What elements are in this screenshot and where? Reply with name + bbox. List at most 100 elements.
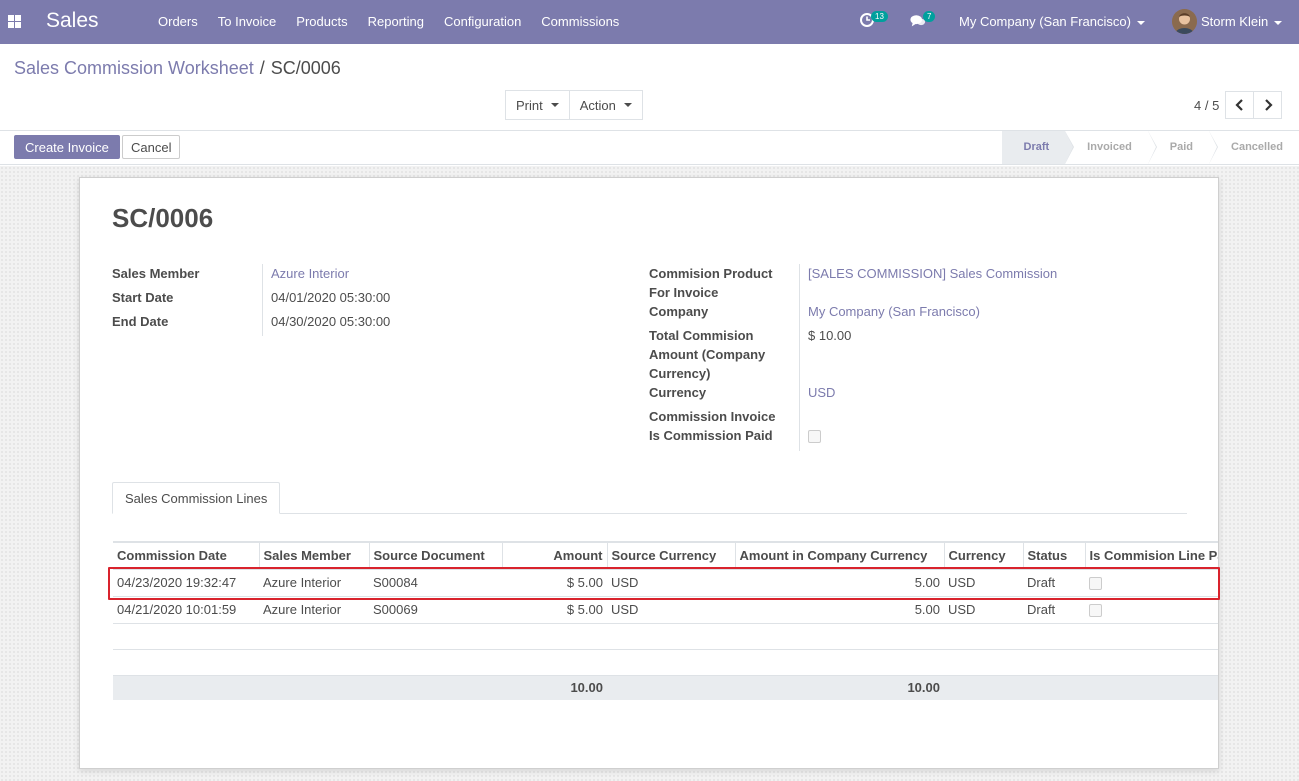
chevron-right-icon [1264,99,1273,111]
cell-amount-company-currency: 5.00 [735,596,944,624]
col-amount[interactable]: Amount [501,541,607,570]
total-amount: 10.00 [502,675,607,700]
start-date-value: 04/01/2020 05:30:00 [271,290,391,305]
stage-cancelled[interactable]: Cancelled [1209,131,1299,164]
action-label: Action [579,97,616,113]
user-menu[interactable]: Storm Klein [1201,14,1283,29]
commission-paid-checkbox[interactable] [808,430,821,443]
pager-next-button[interactable] [1253,91,1282,119]
table-header-row: Commission Date Sales Member Source Docu… [113,541,1218,570]
cell-is-line-paid [1085,596,1218,624]
form-statusbar: Create Invoice Cancel Draft Invoiced Pai… [0,131,1299,165]
form-sheet: SC/0006 Sales Member Start Date End Date… [79,177,1219,769]
cell-source-document: S00084 [369,569,502,597]
cell-currency: USD [944,596,1023,624]
commission-product-label-line1: Commision Product [649,266,773,281]
col-amount-company-currency[interactable]: Amount in Company Currency [734,541,944,570]
cell-currency: USD [944,569,1023,597]
cancel-button[interactable]: Cancel [122,135,181,159]
currency-label: Currency [649,385,707,400]
print-label: Print [516,97,543,113]
main-menu: Orders To Invoice Products Reporting Con… [148,0,629,44]
menu-commissions[interactable]: Commissions [531,0,629,44]
cell-source-document: S00069 [369,596,502,624]
breadcrumb-separator: / [259,58,265,78]
currency-link[interactable]: USD [808,383,835,402]
company-name: My Company (San Francisco) [959,14,1131,29]
table-row[interactable]: 04/21/2020 10:01:59 Azure Interior S0006… [113,596,1218,624]
cell-sales-member: Azure Interior [259,596,369,624]
commission-product-label-line2: For Invoice [649,285,719,300]
company-link[interactable]: My Company (San Francisco) [808,302,980,321]
tab-sales-commission-lines[interactable]: Sales Commission Lines [112,482,281,514]
commission-product-link[interactable]: [SALES COMMISSION] Sales Commission [808,264,1057,283]
col-sales-member[interactable]: Sales Member [258,541,369,570]
app-grid-icon[interactable] [8,15,21,28]
menu-orders[interactable]: Orders [148,0,208,44]
action-button-group: Print Action [505,90,643,120]
chevron-down-icon [623,103,632,107]
cell-source-currency: USD [607,569,735,597]
record-title: SC/0006 [112,203,214,233]
total-commission-value: $ 10.00 [808,328,852,343]
end-date-value: 04/30/2020 05:30:00 [271,314,391,329]
top-navbar: Sales Orders To Invoice Products Reporti… [0,0,1299,44]
col-commission-date[interactable]: Commission Date [113,541,259,570]
col-is-line-paid[interactable]: Is Commision Line Paid [1084,541,1218,570]
cell-status: Draft [1023,569,1085,597]
cell-amount-company-currency: 5.00 [735,569,944,597]
empty-row [113,623,1218,650]
breadcrumb-current: SC/0006 [270,58,341,78]
field-divider [262,264,263,336]
pager-value[interactable]: 4 / 5 [1194,98,1219,113]
app-name[interactable]: Sales [46,9,99,33]
menu-reporting[interactable]: Reporting [358,0,434,44]
message-count-badge: 7 [923,11,936,22]
col-source-currency[interactable]: Source Currency [606,541,735,570]
commission-product-label: Commision Product For Invoice [649,264,773,302]
total-commission-label-line3: Currency) [649,366,711,381]
cell-amount: $ 5.00 [502,596,607,624]
print-button[interactable]: Print [505,90,570,120]
pager-previous-button[interactable] [1225,91,1254,119]
breadcrumb: Sales Commission Worksheet / SC/0006 [14,58,341,79]
action-button[interactable]: Action [569,90,643,120]
create-invoice-button[interactable]: Create Invoice [14,135,120,159]
company-label: Company [649,304,709,319]
total-commission-label: Total Commision Amount (Company Currency… [649,326,765,383]
cell-status: Draft [1023,596,1085,624]
col-status[interactable]: Status [1022,541,1085,570]
breadcrumb-parent-link[interactable]: Sales Commission Worksheet [14,58,254,78]
cell-sales-member: Azure Interior [259,569,369,597]
cell-commission-date: 04/21/2020 10:01:59 [113,596,259,624]
stage-draft[interactable]: Draft [1001,131,1074,164]
col-source-document[interactable]: Source Document [368,541,502,570]
sales-member-link[interactable]: Azure Interior [271,264,349,283]
menu-configuration[interactable]: Configuration [434,0,531,44]
total-commission-label-line1: Total Commision [649,328,754,343]
commission-invoice-label: Commission Invoice [649,409,776,424]
chevron-down-icon [550,103,559,107]
cell-commission-date: 04/23/2020 19:32:47 [113,569,259,597]
table-row[interactable]: 04/23/2020 19:32:47 Azure Interior S0008… [113,569,1218,597]
total-commission-label-line2: Amount (Company [649,347,766,362]
start-date-label: Start Date [112,290,174,305]
commission-paid-label: Is Commission Paid [649,428,773,443]
sales-member-label: Sales Member [112,266,200,281]
menu-to-invoice[interactable]: To Invoice [208,0,287,44]
stage-paid[interactable]: Paid [1148,131,1219,164]
line-paid-checkbox[interactable] [1089,577,1102,591]
cell-amount: $ 5.00 [502,569,607,597]
stage-pipeline: Draft Invoiced Paid Cancelled [1001,131,1299,164]
cell-is-line-paid [1085,569,1218,597]
total-company-amount: 10.00 [735,675,944,700]
end-date-label: End Date [112,314,169,329]
col-currency[interactable]: Currency [943,541,1023,570]
line-paid-checkbox[interactable] [1089,604,1102,618]
company-switcher[interactable]: My Company (San Francisco) [959,14,1145,29]
stage-invoiced[interactable]: Invoiced [1065,131,1157,164]
menu-products[interactable]: Products [286,0,357,44]
user-avatar[interactable] [1172,9,1197,34]
activity-count-badge: 13 [871,11,888,22]
chevron-left-icon [1234,99,1243,111]
